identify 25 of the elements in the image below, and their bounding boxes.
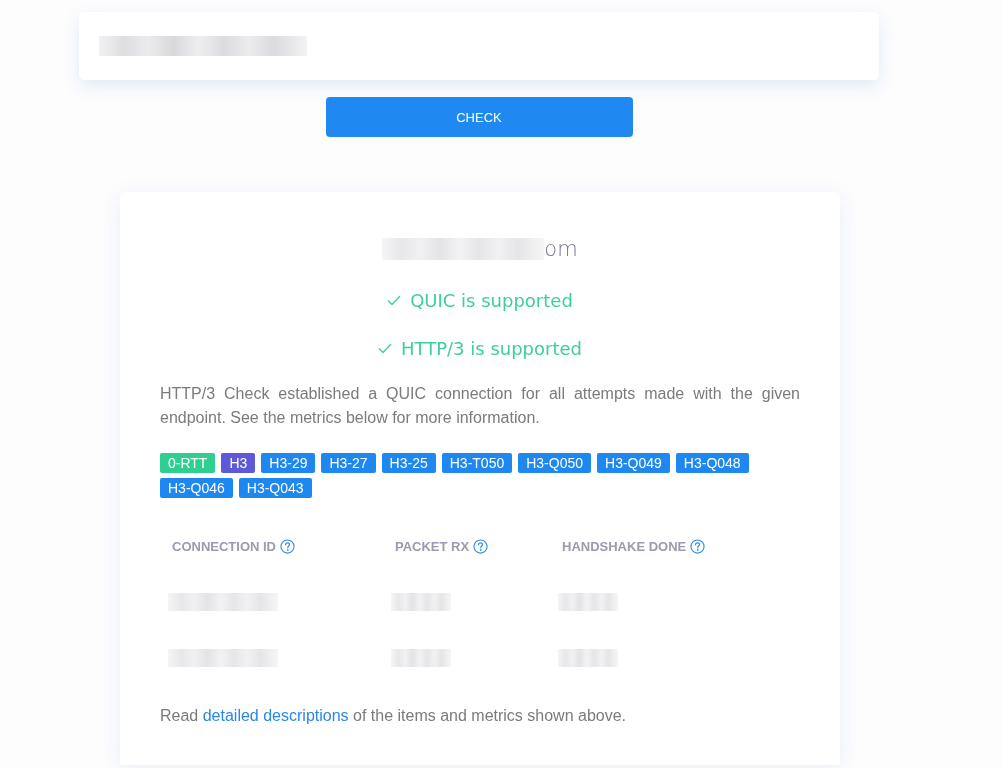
column-header: PACKET RX [395,538,470,554]
help-icon[interactable] [473,538,489,554]
descriptions-link[interactable]: detailed descriptions [202,707,349,724]
protocol-tag: H3-T050 [441,453,513,473]
protocol-tag: H3 [221,453,256,473]
check-button[interactable]: CHECK [325,97,633,137]
protocol-tag: H3-Q043 [238,478,312,498]
help-icon[interactable] [690,538,706,554]
status-text: HTTP/3 is supported [401,338,582,359]
protocol-tag: H3-Q049 [597,453,670,473]
protocol-tag: H3-29 [261,453,316,473]
protocol-tag: H3-27 [321,453,376,473]
help-icon[interactable] [280,538,295,554]
protocol-tag: H3-Q050 [518,453,592,473]
column-header: HANDSHAKE DONE [562,538,687,554]
protocol-tag: H3-Q048 [675,453,749,473]
host-name: om [544,237,578,261]
url-field[interactable] [79,12,879,80]
status-text: QUIC is supported [410,290,573,311]
column-header: CONNECTION ID [172,538,276,554]
protocol-tag: H3-25 [381,453,436,473]
protocol-tag: H3-Q046 [160,478,233,498]
protocol-tag: 0-RTT [160,453,216,473]
summary-text: HTTP/3 Check established a QUIC connection for all attempts made with the given endpoint. See the metrics below for more information. [160,384,800,428]
footer-text: Read detailed descriptions of the items and metrics shown above. [160,706,628,726]
